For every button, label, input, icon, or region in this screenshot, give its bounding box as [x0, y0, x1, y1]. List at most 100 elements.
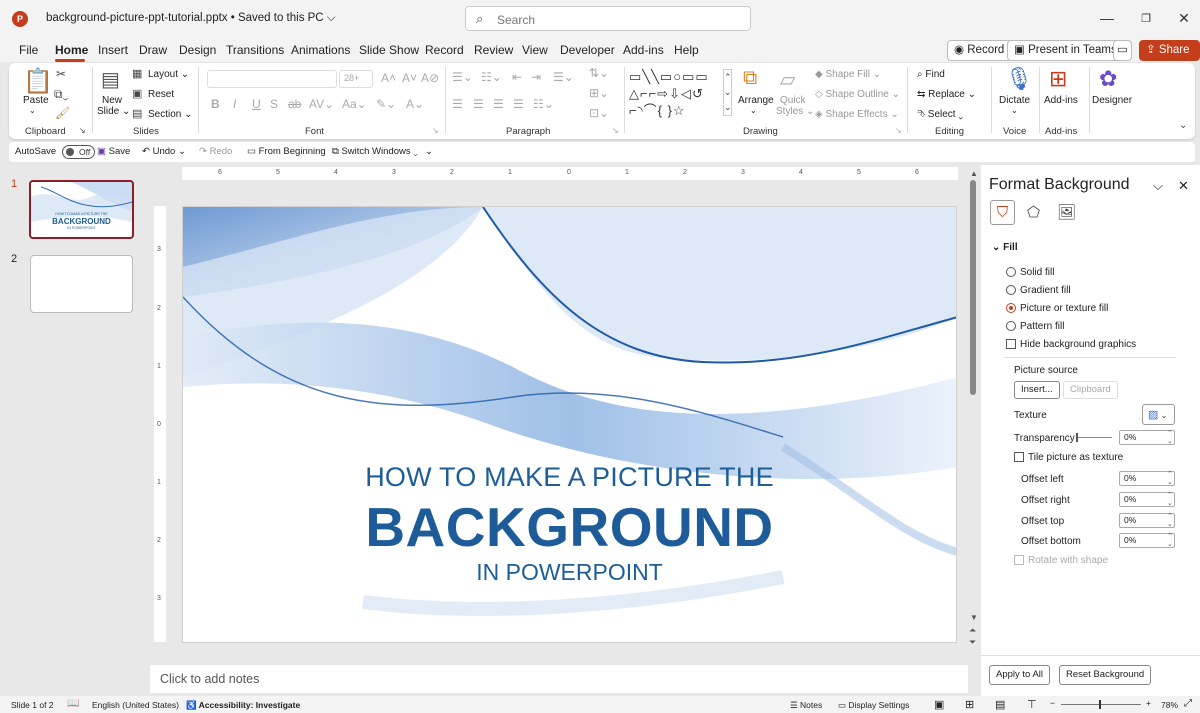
- search-box[interactable]: ⌕ Search: [465, 6, 751, 31]
- tab-draw[interactable]: Draw: [139, 43, 167, 57]
- copy-icon[interactable]: ⧉⌄: [54, 87, 68, 102]
- shape-fill-button[interactable]: ◆ Shape Fill ⌄: [815, 69, 881, 80]
- autosave-toggle[interactable]: Off: [62, 145, 95, 159]
- slide-thumbnail-1[interactable]: HOW TO MAKE A PICTURE THE BACKGROUND IN …: [29, 180, 134, 239]
- switch-windows-button[interactable]: ⧉ Switch Windows ⌄: [332, 146, 418, 157]
- reset-background-button[interactable]: Reset Background: [1059, 665, 1152, 685]
- tile-checkbox[interactable]: [1014, 452, 1024, 462]
- dictate-label[interactable]: Dictate: [999, 95, 1030, 106]
- new-slide-label[interactable]: New: [102, 95, 122, 106]
- layout-button[interactable]: Layout ⌄: [148, 69, 189, 80]
- increase-indent-icon[interactable]: ⇥: [531, 70, 541, 84]
- offset-left-input[interactable]: 0%: [1119, 471, 1175, 487]
- quick-styles-label[interactable]: Quick: [780, 95, 806, 106]
- align-text-icon[interactable]: ⊞⌄: [589, 86, 609, 100]
- previous-slide-icon[interactable]: ⏶: [969, 625, 976, 635]
- slide-title-line1[interactable]: HOW TO MAKE A PICTURE THE: [183, 462, 956, 493]
- effects-tab-icon[interactable]: ⬠: [1027, 203, 1040, 221]
- character-spacing-icon[interactable]: AV⌄: [309, 97, 334, 111]
- dialog-launcher-icon[interactable]: ↘: [79, 126, 86, 135]
- columns-icon[interactable]: ☷⌄: [533, 97, 554, 111]
- quick-styles-label-2[interactable]: Styles ⌄: [776, 106, 814, 117]
- tab-insert[interactable]: Insert: [98, 43, 128, 57]
- apply-to-all-button[interactable]: Apply to All: [989, 665, 1050, 685]
- align-right-icon[interactable]: ☰: [493, 97, 504, 111]
- bold-icon[interactable]: B: [211, 97, 220, 111]
- accessibility-button[interactable]: ♿ Accessibility: Investigate: [186, 700, 300, 711]
- zoom-level[interactable]: 78%: [1161, 700, 1178, 710]
- slide-thumbnail-2[interactable]: [30, 255, 133, 313]
- hide-bg-label[interactable]: Hide background graphics: [1020, 339, 1136, 350]
- tab-developer[interactable]: Developer: [560, 43, 615, 57]
- shapes-gallery[interactable]: ▭╲╲▭○▭▭ △⌐⌐⇨⇩◁↺ ⌐◝⌒{ }☆: [629, 68, 727, 120]
- tab-help[interactable]: Help: [674, 43, 699, 57]
- strikethrough-icon[interactable]: ab: [288, 97, 301, 111]
- tile-label[interactable]: Tile picture as texture: [1028, 452, 1123, 463]
- zoom-slider[interactable]: [1061, 704, 1141, 705]
- paste-icon[interactable]: 📋: [23, 67, 53, 96]
- cut-icon[interactable]: ✂: [56, 67, 66, 81]
- reset-button[interactable]: Reset: [148, 89, 174, 100]
- replace-button[interactable]: ⇆ Replace ⌄: [917, 89, 976, 100]
- texture-picker[interactable]: ▨ ⌄: [1142, 404, 1175, 425]
- zoom-in-icon[interactable]: +: [1146, 698, 1151, 708]
- slideshow-view-icon[interactable]: ⊤: [1027, 698, 1037, 711]
- minimize-button[interactable]: —: [1097, 10, 1117, 26]
- language-indicator[interactable]: English (United States): [92, 700, 179, 710]
- dialog-launcher-icon[interactable]: ↘: [895, 126, 902, 135]
- pattern-fill-radio[interactable]: [1006, 321, 1016, 331]
- font-name-box[interactable]: [207, 70, 337, 88]
- transparency-slider-handle[interactable]: [1076, 433, 1078, 442]
- rotate-label[interactable]: Rotate with shape: [1028, 555, 1108, 566]
- line-spacing-icon[interactable]: ☰⌄: [553, 70, 574, 84]
- text-direction-icon[interactable]: ⇅⌄: [589, 66, 609, 80]
- italic-icon[interactable]: I: [233, 97, 236, 111]
- decrease-font-icon[interactable]: A˅: [402, 71, 417, 85]
- insert-picture-button[interactable]: Insert...: [1014, 381, 1060, 399]
- bullets-icon[interactable]: ☰⌄: [452, 70, 473, 84]
- align-center-icon[interactable]: ☰: [473, 97, 484, 111]
- rotate-checkbox[interactable]: [1014, 555, 1024, 565]
- picture-tab-icon[interactable]: 🖼: [1057, 203, 1076, 221]
- transparency-input[interactable]: 0%: [1119, 430, 1175, 446]
- shape-effects-button[interactable]: ◈ Shape Effects ⌄: [815, 109, 899, 120]
- fill-section-header[interactable]: ⌄ Fill: [992, 242, 1018, 253]
- zoom-slider-handle[interactable]: [1099, 700, 1101, 709]
- offset-top-input[interactable]: 0%: [1119, 513, 1175, 529]
- numbering-icon[interactable]: ☷⌄: [481, 70, 502, 84]
- shape-outline-button[interactable]: ◇ Shape Outline ⌄: [815, 89, 900, 100]
- font-size-box[interactable]: 28+: [339, 70, 373, 88]
- customize-qat-icon[interactable]: ⌄: [425, 146, 433, 157]
- slide-title-line3[interactable]: IN POWERPOINT: [183, 559, 956, 586]
- format-painter-icon[interactable]: 🖌: [55, 106, 70, 120]
- shapes-more-icon[interactable]: ⌃ ⌄ ⌄: [723, 69, 732, 116]
- clipboard-button[interactable]: Clipboard: [1063, 381, 1118, 399]
- new-slide-icon[interactable]: ▤: [101, 67, 120, 92]
- redo-button[interactable]: ↷ Redo: [199, 146, 232, 157]
- notes-button[interactable]: ☰ Notes: [790, 700, 822, 711]
- slide-title-line2[interactable]: BACKGROUND: [183, 495, 956, 559]
- normal-view-icon[interactable]: ▣: [934, 698, 944, 711]
- select-button[interactable]: ⮷ Select ⌄: [917, 109, 963, 120]
- tab-transitions[interactable]: Transitions: [226, 43, 284, 57]
- share-button[interactable]: ⇪ Share ⌵: [1139, 40, 1200, 75]
- gradient-fill-radio[interactable]: [1006, 285, 1016, 295]
- clear-formatting-icon[interactable]: A⊘: [421, 71, 439, 85]
- scroll-down-icon[interactable]: ▼: [970, 613, 978, 622]
- document-title[interactable]: background-picture-ppt-tutorial.pptx • S…: [46, 12, 336, 25]
- zoom-out-icon[interactable]: −: [1050, 698, 1055, 708]
- offset-bottom-input[interactable]: 0%: [1119, 533, 1175, 549]
- hide-bg-checkbox[interactable]: [1006, 339, 1016, 349]
- present-in-teams-button[interactable]: ▣ Present in Teams: [1007, 40, 1124, 61]
- picture-fill-radio[interactable]: [1006, 303, 1016, 313]
- gradient-fill-label[interactable]: Gradient fill: [1020, 285, 1071, 296]
- tab-file[interactable]: File: [19, 43, 38, 57]
- tab-home[interactable]: Home: [55, 43, 88, 57]
- dictate-dropdown-icon[interactable]: ⌄: [1011, 106, 1018, 115]
- quick-styles-icon[interactable]: ▱: [780, 67, 795, 92]
- tab-record[interactable]: Record: [425, 43, 464, 57]
- new-slide-label-2[interactable]: Slide ⌄: [97, 106, 130, 117]
- notes-pane[interactable]: Click to add notes: [150, 665, 968, 693]
- from-beginning-button[interactable]: ▭ From Beginning: [247, 146, 326, 157]
- restore-button[interactable]: ❐: [1136, 12, 1156, 25]
